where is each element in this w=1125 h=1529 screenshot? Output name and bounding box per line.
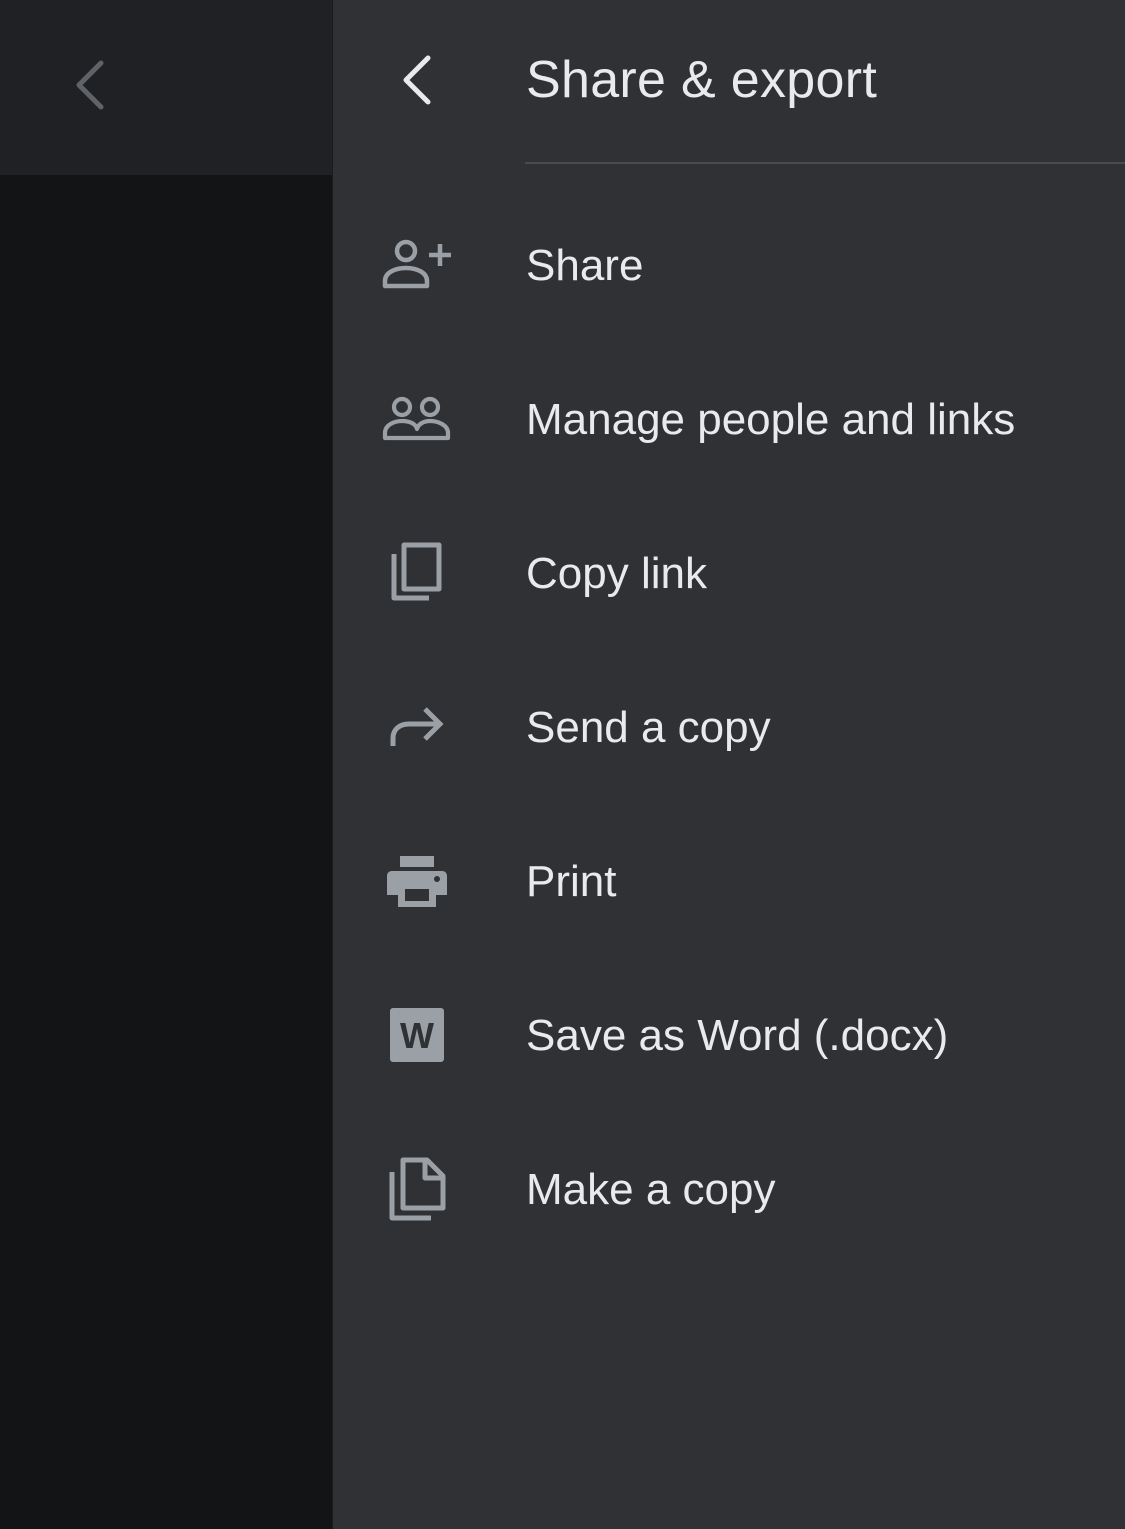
- menu-item-label: Copy link: [526, 549, 707, 598]
- background-toolbar: [0, 0, 332, 175]
- menu-item-save-as-word[interactable]: W Save as Word (.docx): [333, 958, 1125, 1112]
- word-letter: W: [400, 1015, 434, 1056]
- background-document-pane: [0, 0, 332, 1529]
- menu-item-send-copy[interactable]: Send a copy: [333, 650, 1125, 804]
- menu-item-label: Save as Word (.docx): [526, 1011, 949, 1060]
- menu-item-label: Share: [526, 241, 644, 290]
- panel-header: Share & export: [333, 0, 1125, 164]
- share-export-screen: Share & export Share Manage people and l…: [0, 0, 1125, 1529]
- menu-item-copy-link[interactable]: Copy link: [333, 496, 1125, 650]
- panel-back-button[interactable]: [385, 44, 449, 116]
- people-icon: [379, 384, 455, 454]
- copy-link-icon: [379, 538, 455, 608]
- chevron-left-icon: [400, 54, 434, 106]
- printer-icon: [379, 846, 455, 916]
- menu-item-label: Manage people and links: [526, 395, 1016, 444]
- menu-item-manage-people-links[interactable]: Manage people and links: [333, 342, 1125, 496]
- menu-item-print[interactable]: Print: [333, 804, 1125, 958]
- forward-arrow-icon: [379, 692, 455, 762]
- word-icon: W: [379, 1000, 455, 1070]
- file-copy-icon: [379, 1154, 455, 1224]
- menu-item-label: Print: [526, 857, 617, 906]
- menu-item-share[interactable]: Share: [333, 188, 1125, 342]
- menu-item-label: Make a copy: [526, 1165, 776, 1214]
- header-divider: [525, 162, 1125, 164]
- panel-title: Share & export: [526, 51, 878, 109]
- chevron-left-icon: [73, 59, 107, 111]
- menu-item-make-copy[interactable]: Make a copy: [333, 1112, 1125, 1266]
- menu-item-label: Send a copy: [526, 703, 771, 752]
- share-export-menu: Share Manage people and links Copy link …: [333, 188, 1125, 1266]
- background-back-button[interactable]: [62, 52, 118, 118]
- person-add-icon: [379, 230, 455, 300]
- share-export-panel: Share & export Share Manage people and l…: [333, 0, 1125, 1529]
